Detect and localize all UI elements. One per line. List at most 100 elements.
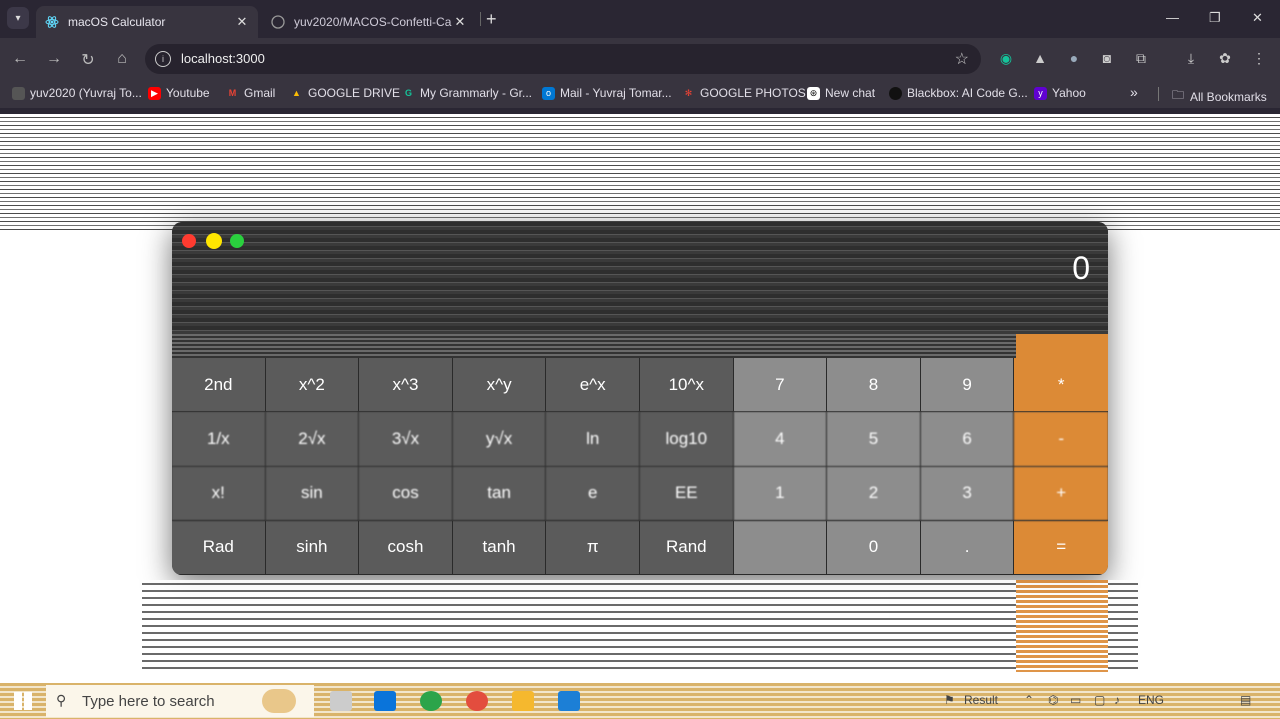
key-button[interactable]: y√x <box>452 412 547 467</box>
minimize-light-icon[interactable] <box>206 233 222 249</box>
key-button[interactable]: 9 <box>920 358 1015 413</box>
operator-edge <box>1016 334 1108 358</box>
back-icon[interactable]: ← <box>10 50 30 68</box>
restore-icon[interactable]: ❐ <box>1209 10 1221 26</box>
close-icon[interactable]: ✕ <box>452 14 468 30</box>
close-icon[interactable]: ✕ <box>234 14 250 30</box>
avatar[interactable]: ✿ <box>1215 50 1235 67</box>
key-button[interactable]: 2√x <box>265 412 360 467</box>
grammarly-app-icon[interactable] <box>420 691 442 711</box>
key-button[interactable]: sin <box>265 466 360 521</box>
key-button[interactable]: 2 <box>827 466 921 521</box>
all-bookmarks-button[interactable]: 🗀 All Bookmarks <box>1172 86 1267 107</box>
network-icon[interactable]: ⌬ <box>1048 693 1058 707</box>
minimize-icon[interactable]: — <box>1166 10 1179 25</box>
reload-icon[interactable]: ↻ <box>78 50 98 70</box>
key-button[interactable]: e^x <box>546 358 640 413</box>
key-button[interactable]: e <box>546 466 640 521</box>
bookmark-item[interactable]: ✻ GOOGLE PHOTOS <box>682 86 806 100</box>
bookmarks-overflow-button[interactable]: » <box>1130 84 1138 100</box>
site-info-icon[interactable]: i <box>155 51 171 67</box>
window-close-icon[interactable]: ✕ <box>1252 10 1263 26</box>
key-button[interactable]: cosh <box>359 520 453 575</box>
key-button[interactable]: x^2 <box>265 358 360 413</box>
key-button[interactable]: cos <box>359 466 453 521</box>
key-button[interactable]: 8 <box>827 358 921 413</box>
chrome-app-icon[interactable] <box>466 691 488 711</box>
bookmark-item[interactable]: G My Grammarly - Gr... <box>402 86 532 100</box>
key-button[interactable]: 1/x <box>172 412 266 467</box>
extensions-puzzle-icon[interactable]: ⧉ <box>1131 50 1151 67</box>
battery-icon[interactable]: ▭ <box>1070 693 1081 707</box>
bookmark-item[interactable]: ⊛ New chat <box>807 86 875 100</box>
tab-search-button[interactable]: ▾ <box>7 7 29 29</box>
vscode-icon[interactable] <box>558 691 580 711</box>
camera-icon[interactable]: ◙ <box>1097 50 1117 66</box>
key-button[interactable]: 10^x <box>639 358 734 413</box>
key-button[interactable]: x^y <box>452 358 547 413</box>
menu-kebab-icon[interactable]: ⋮ <box>1249 50 1269 67</box>
key-button[interactable]: 3√x <box>359 412 453 467</box>
new-tab-button[interactable]: + <box>486 9 497 30</box>
bookmark-star-icon[interactable]: ☆ <box>955 49 969 69</box>
tab-active[interactable]: macOS Calculator ✕ <box>36 6 258 38</box>
key-button[interactable]: 3 <box>920 466 1015 521</box>
key-button[interactable]: 6 <box>920 412 1015 467</box>
task-view-icon[interactable] <box>330 691 352 711</box>
key-button[interactable]: tanh <box>452 520 547 575</box>
weather-icon[interactable]: ⚑ <box>944 693 955 707</box>
language-indicator[interactable]: ENG <box>1138 693 1164 707</box>
address-bar[interactable]: i localhost:3000 ☆ <box>145 44 981 74</box>
volume-icon[interactable]: ♪ <box>1114 693 1120 707</box>
forward-icon[interactable]: → <box>44 50 64 68</box>
bookmark-item[interactable]: y Yahoo <box>1034 86 1086 100</box>
key-button[interactable]: tan <box>452 466 547 521</box>
key-button[interactable]: ln <box>546 412 640 467</box>
display-icon[interactable]: ▢ <box>1094 693 1105 707</box>
taskbar-search[interactable]: ⚲ Type here to search <box>46 685 314 717</box>
calculator-display: 0 <box>1072 250 1090 286</box>
home-icon[interactable]: ⌂ <box>112 50 132 68</box>
key-button[interactable]: 7 <box>733 358 828 413</box>
key-button[interactable]: Rad <box>172 520 266 575</box>
key-button[interactable]: Rand <box>639 520 734 575</box>
maximize-light-icon[interactable] <box>230 234 244 248</box>
key-button[interactable]: EE <box>639 466 734 521</box>
bookmark-item[interactable]: M Gmail <box>226 86 276 100</box>
extension-a-icon[interactable]: ▲ <box>1030 50 1050 66</box>
bookmark-item[interactable]: o Mail - Yuvraj Tomar... <box>542 86 672 100</box>
tab-inactive[interactable]: yuv2020/MACOS-Confetti-Calc ✕ <box>262 6 476 38</box>
bookmark-item[interactable]: Blackbox: AI Code G... <box>889 86 1028 100</box>
key-button[interactable]: = <box>1014 520 1108 575</box>
key-button[interactable]: 4 <box>733 412 828 467</box>
react-icon <box>44 14 60 30</box>
tray-chevron-icon[interactable]: ⌃ <box>1024 693 1034 707</box>
key-button[interactable]: - <box>1014 412 1108 467</box>
key-button[interactable]: * <box>1014 358 1108 413</box>
key-button[interactable]: . <box>920 520 1015 575</box>
calendar-app-icon[interactable] <box>374 691 396 711</box>
bookmark-item[interactable]: ▲ GOOGLE DRIVE <box>290 86 400 100</box>
key-button[interactable]: 1 <box>733 466 828 521</box>
key-button[interactable]: + <box>1014 466 1108 521</box>
key-button[interactable]: x! <box>172 466 266 521</box>
reflection-artifact-band <box>142 580 1138 672</box>
bookmark-item[interactable]: yuv2020 (Yuvraj To... <box>12 86 142 100</box>
bookmark-item[interactable]: ▶ Youtube <box>148 86 210 100</box>
key-button[interactable]: x^3 <box>359 358 453 413</box>
key-button[interactable]: 2nd <box>172 358 266 413</box>
key-button[interactable]: π <box>546 520 640 575</box>
key-button[interactable] <box>733 520 828 575</box>
close-light-icon[interactable] <box>182 234 196 248</box>
key-button[interactable]: log10 <box>639 412 734 467</box>
notification-icon[interactable]: ▤ <box>1240 693 1251 707</box>
key-button[interactable]: sinh <box>265 520 360 575</box>
windows-start-icon[interactable] <box>14 692 32 710</box>
download-icon[interactable]: ⤓ <box>1181 50 1201 67</box>
grammarly-icon[interactable]: ◉ <box>996 50 1016 67</box>
extension-cursor-icon[interactable]: ● <box>1064 50 1084 66</box>
key-button[interactable]: 0 <box>827 520 921 575</box>
tab-title: yuv2020/MACOS-Confetti-Calc <box>294 15 452 29</box>
file-explorer-icon[interactable] <box>512 691 534 711</box>
key-button[interactable]: 5 <box>827 412 921 467</box>
